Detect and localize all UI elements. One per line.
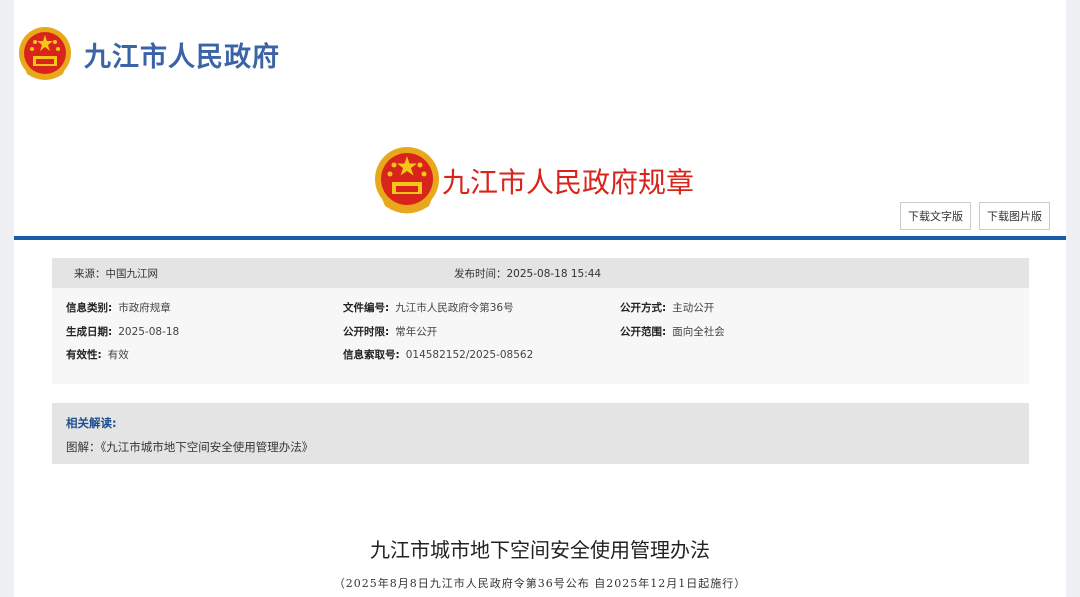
related-title: 相关解读:	[66, 416, 117, 430]
field-value: 2025-08-18	[118, 325, 180, 338]
generation-date-field: 生成日期: 2025-08-18	[66, 324, 179, 339]
download-buttons: 下载文字版 下载图片版	[900, 202, 1050, 230]
field-value: 有效	[107, 349, 129, 361]
related-item: 图解：《九江市城市地下空间安全使用管理办法》	[66, 439, 313, 455]
field-label: 公开方式:	[620, 302, 667, 314]
field-label: 公开范围:	[620, 325, 667, 338]
validity-field: 有效性: 有效	[66, 347, 129, 362]
document-number-field: 文件编号: 九江市人民政府令第36号	[343, 300, 514, 315]
field-value: 常年公开	[395, 325, 438, 338]
field-label: 信息类别:	[66, 302, 113, 314]
index-number-field: 信息索取号: 014582152/2025-08562	[343, 347, 533, 362]
national-emblem-icon	[19, 27, 71, 80]
banner-title: 九江市人民政府规章	[442, 166, 695, 199]
related-interpretation-panel: 相关解读: 图解：《九江市城市地下空间安全使用管理办法》	[52, 403, 1029, 464]
national-emblem-icon	[375, 147, 439, 214]
metadata-row: 有效性: 有效 信息索取号: 014582152/2025-08562	[52, 347, 1029, 371]
publish-time-text: 发布时间：2025-08-18 15:44	[454, 267, 602, 280]
page: 九江市人民政府 九江市人民政府规章 下载文字版 下载图片版 来源：中国九江网 发…	[14, 0, 1066, 597]
download-image-button[interactable]: 下载图片版	[979, 202, 1050, 230]
field-value: 主动公开	[672, 302, 715, 314]
related-prefix: 图解：	[66, 440, 101, 454]
field-value: 市政府规章	[118, 302, 171, 314]
disclosure-period-field: 公开时限: 常年公开	[343, 324, 437, 339]
field-label: 公开时限:	[343, 325, 390, 338]
disclosure-scope-field: 公开范围: 面向全社会	[620, 324, 725, 339]
metadata-panel: 来源：中国九江网 发布时间：2025-08-18 15:44 信息类别: 市政府规…	[52, 258, 1029, 384]
metadata-top-bar: 来源：中国九江网 发布时间：2025-08-18 15:44	[52, 258, 1029, 288]
info-category-field: 信息类别: 市政府规章	[66, 300, 171, 315]
metadata-row: 信息类别: 市政府规章 文件编号: 九江市人民政府令第36号 公开方式: 主动公开	[52, 300, 1029, 324]
field-value: 面向全社会	[672, 325, 725, 338]
document-subtitle: （2025年8月8日九江市人民政府令第36号公布 自2025年12月1日起施行）	[333, 577, 747, 590]
site-title[interactable]: 九江市人民政府	[84, 35, 280, 74]
site-header[interactable]: 九江市人民政府	[18, 26, 280, 82]
metadata-grid: 信息类别: 市政府规章 文件编号: 九江市人民政府令第36号 公开方式: 主动公开 生…	[52, 300, 1029, 371]
field-label: 信息索取号:	[343, 349, 400, 361]
field-label: 生成日期:	[66, 325, 113, 338]
metadata-row: 生成日期: 2025-08-18 公开时限: 常年公开 公开范围: 面向全社会	[52, 324, 1029, 348]
header-divider	[14, 236, 1066, 240]
field-label: 有效性:	[66, 349, 102, 361]
banner: 九江市人民政府规章	[374, 146, 694, 216]
field-value: 014582152/2025-08562	[405, 349, 534, 361]
document-title: 九江市城市地下空间安全使用管理办法	[370, 538, 710, 562]
source-text: 来源：中国九江网	[74, 267, 158, 280]
disclosure-method-field: 公开方式: 主动公开	[620, 300, 714, 315]
field-value: 九江市人民政府令第36号	[395, 302, 514, 314]
related-link[interactable]: 《九江市城市地下空间安全使用管理办法》	[101, 440, 314, 454]
field-label: 文件编号:	[343, 302, 390, 314]
download-text-button[interactable]: 下载文字版	[900, 202, 971, 230]
